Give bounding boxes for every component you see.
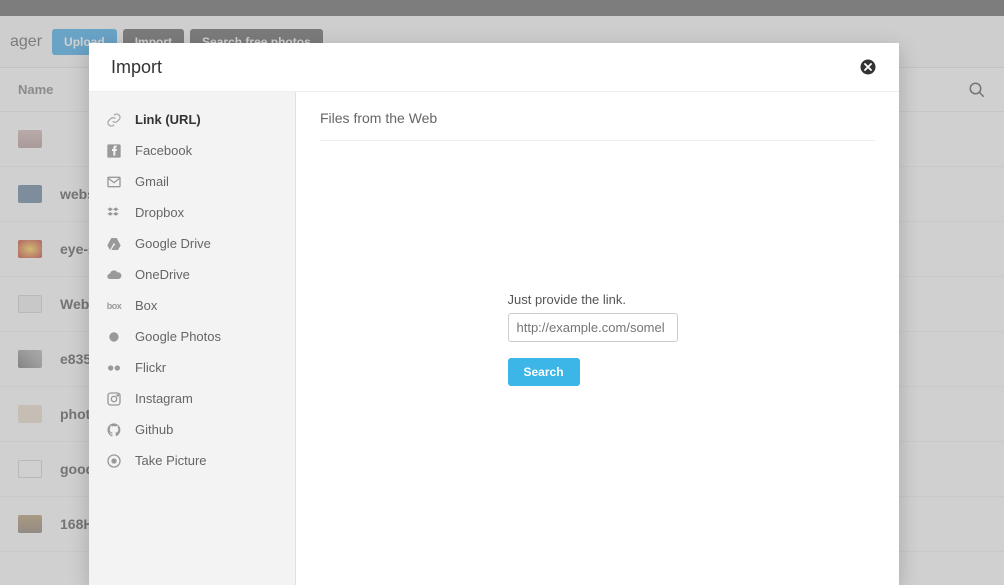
google-drive-icon	[105, 235, 123, 253]
box-icon: box	[105, 297, 123, 315]
sidebar-item-google-photos[interactable]: Google Photos	[99, 321, 285, 352]
flickr-icon	[105, 359, 123, 377]
onedrive-icon	[105, 266, 123, 284]
close-icon[interactable]	[859, 58, 877, 76]
sidebar-item-label: Link (URL)	[135, 112, 201, 127]
dropbox-icon	[105, 204, 123, 222]
sidebar-item-label: Instagram	[135, 391, 193, 406]
prompt-text: Just provide the link.	[508, 292, 627, 307]
sidebar-item-label: OneDrive	[135, 267, 190, 282]
modal-overlay[interactable]: Import Link (URL)	[0, 0, 1004, 585]
sidebar-item-label: Dropbox	[135, 205, 184, 220]
sidebar-item-gmail[interactable]: Gmail	[99, 166, 285, 197]
sidebar-item-label: Flickr	[135, 360, 166, 375]
facebook-icon	[105, 142, 123, 160]
sidebar-item-link-url[interactable]: Link (URL)	[99, 104, 285, 135]
sidebar-item-take-picture[interactable]: Take Picture	[99, 445, 285, 476]
gmail-icon	[105, 173, 123, 191]
sidebar-item-label: Google Photos	[135, 329, 221, 344]
link-form: Just provide the link. Search	[508, 292, 688, 386]
sidebar-item-label: Github	[135, 422, 173, 437]
search-button[interactable]: Search	[508, 358, 580, 386]
sidebar-item-label: Google Drive	[135, 236, 211, 251]
modal-title: Import	[111, 57, 162, 78]
instagram-icon	[105, 390, 123, 408]
sidebar-item-instagram[interactable]: Instagram	[99, 383, 285, 414]
modal-body: Link (URL) Facebook Gmail	[89, 92, 899, 585]
sidebar-item-flickr[interactable]: Flickr	[99, 352, 285, 383]
import-modal: Import Link (URL)	[89, 43, 899, 585]
link-icon	[105, 111, 123, 129]
sidebar-item-dropbox[interactable]: Dropbox	[99, 197, 285, 228]
content-section-title: Files from the Web	[320, 110, 875, 141]
github-icon	[105, 421, 123, 439]
modal-content: Files from the Web Just provide the link…	[296, 92, 899, 585]
sidebar-item-github[interactable]: Github	[99, 414, 285, 445]
sidebar-item-label: Take Picture	[135, 453, 207, 468]
sidebar-item-google-drive[interactable]: Google Drive	[99, 228, 285, 259]
sidebar-item-label: Facebook	[135, 143, 192, 158]
sidebar-item-box[interactable]: box Box	[99, 290, 285, 321]
google-photos-icon	[105, 328, 123, 346]
sidebar-item-facebook[interactable]: Facebook	[99, 135, 285, 166]
import-source-sidebar: Link (URL) Facebook Gmail	[89, 92, 296, 585]
sidebar-item-label: Gmail	[135, 174, 169, 189]
camera-icon	[105, 452, 123, 470]
modal-header: Import	[89, 43, 899, 92]
sidebar-item-label: Box	[135, 298, 157, 313]
url-input[interactable]	[508, 313, 678, 342]
sidebar-item-onedrive[interactable]: OneDrive	[99, 259, 285, 290]
